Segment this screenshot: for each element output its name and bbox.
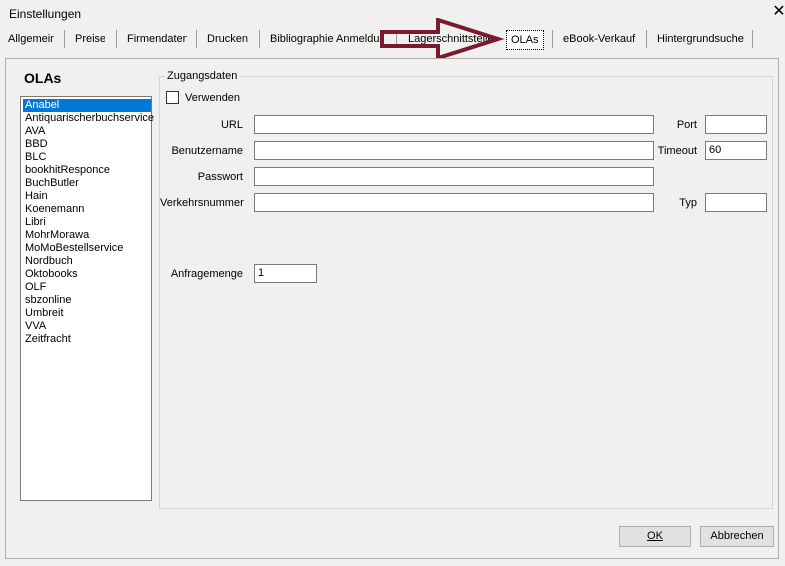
window-title: Einstellungen <box>9 7 82 21</box>
verkehrsnummer-label: Verkehrsnummer <box>160 197 244 209</box>
timeout-label: Timeout <box>657 145 697 157</box>
list-item[interactable]: sbzonline <box>23 294 73 307</box>
passwort-label: Passwort <box>197 171 243 183</box>
list-item[interactable]: Oktobooks <box>23 268 80 281</box>
list-item[interactable]: AVA <box>23 125 47 138</box>
timeout-field[interactable]: 60 <box>705 141 767 160</box>
url-label: URL <box>220 119 243 131</box>
list-item[interactable]: Antiquarischerbuchservice <box>23 112 156 125</box>
list-item[interactable]: MohrMorawa <box>23 229 91 242</box>
tab-firmendaten[interactable]: Firmendaten <box>127 29 187 49</box>
list-item[interactable]: VVA <box>23 320 48 333</box>
list-item[interactable]: Zeitfracht <box>23 333 73 346</box>
benutzername-field[interactable] <box>254 141 654 160</box>
list-item[interactable]: Koenemann <box>23 203 86 216</box>
benutzername-label: Benutzername <box>171 145 243 157</box>
tab-olas[interactable]: OLAs <box>506 30 544 50</box>
annotation-arrow-icon <box>380 18 505 60</box>
list-item[interactable]: BLC <box>23 151 48 164</box>
list-item[interactable]: Libri <box>23 216 48 229</box>
typ-label: Typ <box>679 197 697 209</box>
list-item[interactable]: bookhitResponce <box>23 164 112 177</box>
list-item[interactable]: BuchButler <box>23 177 81 190</box>
anfragemenge-label: Anfragemenge <box>170 268 243 280</box>
list-item[interactable]: Umbreit <box>23 307 66 320</box>
tab-divider <box>116 30 117 48</box>
tab-allgemein[interactable]: Allgemein <box>8 29 54 49</box>
ola-heading: OLAs <box>24 70 62 86</box>
cancel-button-label: Abbrechen <box>710 530 764 542</box>
list-item[interactable]: Hain <box>23 190 50 203</box>
list-item[interactable]: BBD <box>23 138 50 151</box>
url-field[interactable] <box>254 115 654 134</box>
tab-hintergrundsuche[interactable]: Hintergrundsuche <box>657 29 745 49</box>
tab-divider <box>646 30 647 48</box>
typ-field[interactable] <box>705 193 767 212</box>
passwort-field[interactable] <box>254 167 654 186</box>
tab-bibliographie-anmeldung[interactable]: Bibliographie Anmeldung <box>270 29 384 49</box>
anfragemenge-field[interactable]: 1 <box>254 264 317 283</box>
group-label: Zugangsdaten <box>165 70 240 82</box>
port-field[interactable] <box>705 115 767 134</box>
tab-drucken[interactable]: Drucken <box>207 29 251 49</box>
ola-list[interactable]: Anabel Antiquarischerbuchservice AVA BBD… <box>20 96 154 501</box>
ok-button[interactable]: OK <box>619 526 691 547</box>
tab-ebook-verkauf[interactable]: eBook-Verkauf <box>563 29 637 49</box>
verwenden-label[interactable]: Verwenden <box>185 92 240 104</box>
tab-divider <box>64 30 65 48</box>
port-label: Port <box>676 119 697 131</box>
tab-divider <box>196 30 197 48</box>
tab-divider <box>752 30 753 48</box>
verkehrsnummer-field[interactable] <box>254 193 654 212</box>
tab-divider <box>552 30 553 48</box>
list-item[interactable]: OLF <box>23 281 48 294</box>
list-item[interactable]: MoMoBestellservice <box>23 242 125 255</box>
tab-divider <box>259 30 260 48</box>
verwenden-checkbox[interactable] <box>166 91 179 104</box>
list-item[interactable]: Nordbuch <box>23 255 75 268</box>
close-icon[interactable]: ✕ <box>770 3 785 21</box>
list-item-anabel[interactable]: Anabel <box>23 99 151 112</box>
tab-preise[interactable]: Preise <box>75 29 105 49</box>
ok-button-label: OK <box>647 530 663 542</box>
cancel-button[interactable]: Abbrechen <box>700 526 774 547</box>
